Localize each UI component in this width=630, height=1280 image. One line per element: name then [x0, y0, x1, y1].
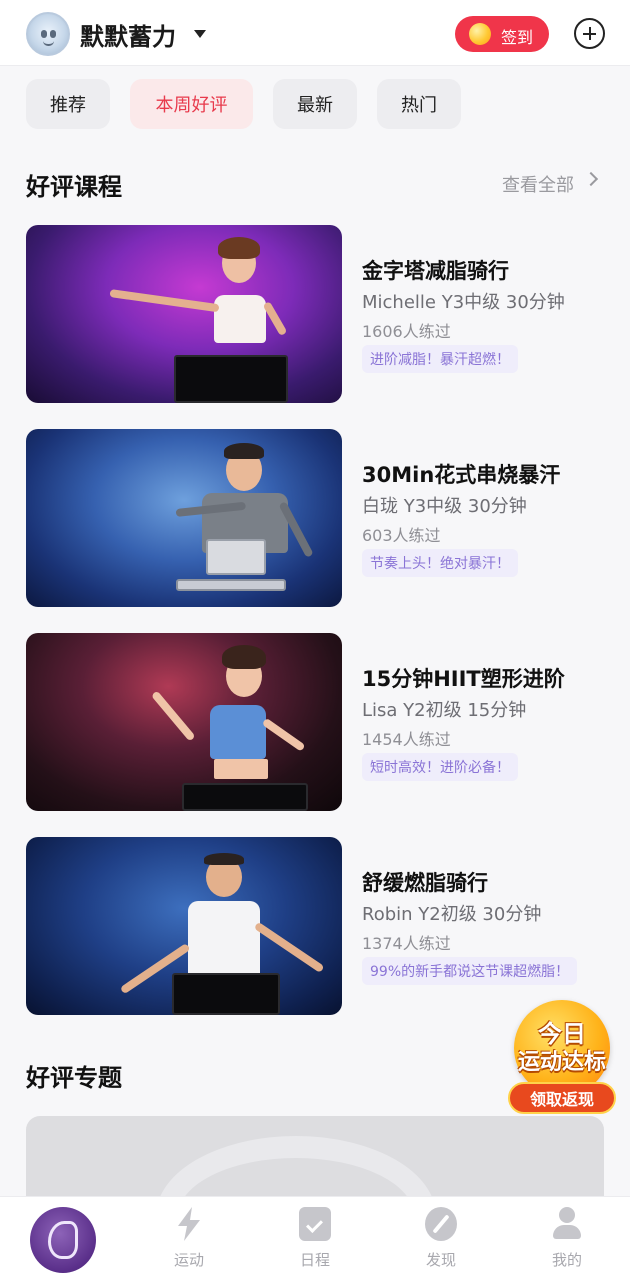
user-avatar[interactable] [26, 12, 70, 56]
promo-line2: 运动达标 [517, 1050, 606, 1075]
instructor-top [210, 705, 266, 759]
add-circle-icon[interactable] [574, 18, 605, 49]
instructor-hair [222, 645, 266, 669]
instructor-arm-left [150, 690, 196, 742]
top-bar: 默默蓄力 签到 [0, 0, 630, 66]
course-title[interactable]: 30Min花式串烧暴汗 [362, 459, 560, 489]
avatar-mouth [43, 41, 54, 46]
section-title-topics: 好评专题 [26, 1064, 122, 1092]
unicorn-logo-icon [48, 1221, 78, 1259]
signin-label: 签到 [501, 28, 534, 47]
nav-item-exercise[interactable]: 运动 [149, 1207, 229, 1273]
chevron-right-icon[interactable] [583, 171, 599, 187]
instructor-arm-right [253, 921, 325, 974]
section-title-courses: 好评课程 [26, 173, 122, 201]
bike-handlebar [176, 579, 286, 591]
bike-screen [174, 355, 288, 403]
instructor-hair [218, 237, 260, 259]
signin-button[interactable]: 签到 [455, 16, 549, 52]
person-icon-head [559, 1207, 575, 1223]
claim-cashback-button[interactable]: 领取返现 [508, 1082, 616, 1114]
daily-goal-promo-badge[interactable]: 今日 运动达标 领取返现 [506, 1000, 618, 1116]
tab-recommend[interactable]: 推荐 [26, 79, 110, 129]
home-logo-button[interactable] [30, 1207, 96, 1273]
course-tag: 进阶减脂！暴汗超燃！ [362, 345, 518, 373]
course-count: 1606人练过 [362, 322, 451, 341]
bottom-nav: 运动 日程 发现 我的 [0, 1196, 630, 1280]
course-meta: 白珑 Y3中级 30分钟 [362, 496, 527, 517]
instructor-arm-right [261, 717, 306, 752]
avatar-eye-right [50, 30, 56, 38]
tab-label: 最新 [297, 95, 333, 116]
bike-screen [172, 973, 280, 1015]
course-tag: 节奏上头！绝对暴汗！ [362, 549, 518, 577]
bike-screen [182, 783, 308, 811]
instructor-waist [214, 759, 268, 779]
person-icon [551, 1207, 583, 1241]
nav-label: 我的 [551, 1251, 582, 1269]
tab-latest[interactable]: 最新 [273, 79, 357, 129]
course-count: 1454人练过 [362, 730, 451, 749]
course-thumbnail[interactable] [26, 429, 342, 607]
instructor-top [214, 295, 266, 343]
username[interactable]: 默默蓄力 [80, 17, 176, 52]
bike-console [206, 539, 266, 575]
instructor-arm-left [109, 289, 220, 313]
course-meta: Michelle Y3中级 30分钟 [362, 292, 565, 313]
tab-label: 热门 [401, 95, 437, 116]
course-thumbnail[interactable] [26, 837, 342, 1015]
nav-item-schedule[interactable]: 日程 [275, 1207, 355, 1273]
lightning-icon [178, 1207, 200, 1241]
compass-icon [425, 1207, 457, 1241]
course-count: 1374人练过 [362, 934, 451, 953]
instructor-arm-right [262, 301, 288, 337]
course-meta: Robin Y2初级 30分钟 [362, 904, 542, 925]
course-title[interactable]: 15分钟HIIT塑形进阶 [362, 663, 565, 693]
person-icon-body [553, 1225, 581, 1239]
avatar-eye-left [41, 30, 47, 38]
course-title[interactable]: 金字塔减脂骑行 [362, 255, 509, 285]
course-thumbnail[interactable] [26, 225, 342, 403]
instructor-top [188, 901, 260, 977]
instructor-hair [204, 853, 244, 865]
instructor-hair [224, 443, 264, 459]
nav-item-me[interactable]: 我的 [527, 1207, 607, 1273]
course-tag: 99%的新手都说这节课超燃脂！ [362, 957, 578, 985]
nav-label: 日程 [299, 1251, 330, 1269]
tab-popular[interactable]: 热门 [377, 79, 461, 129]
tab-label: 本周好评 [155, 95, 228, 116]
nav-item-discover[interactable]: 发现 [401, 1207, 481, 1273]
nav-label: 运动 [173, 1251, 204, 1269]
tab-label: 推荐 [50, 95, 86, 116]
see-all-link[interactable]: 查看全部 [502, 171, 574, 197]
nav-label: 发现 [425, 1251, 456, 1269]
tab-weekly-top-rated[interactable]: 本周好评 [130, 79, 253, 129]
calendar-check-icon [299, 1207, 331, 1241]
course-count: 603人练过 [362, 526, 441, 545]
coin-icon [469, 23, 491, 45]
chevron-down-icon[interactable] [194, 30, 206, 38]
course-title[interactable]: 舒缓燃脂骑行 [362, 867, 488, 897]
course-thumbnail[interactable] [26, 633, 342, 811]
course-tag: 短时高效！进阶必备！ [362, 753, 518, 781]
course-meta: Lisa Y2初级 15分钟 [362, 700, 527, 721]
